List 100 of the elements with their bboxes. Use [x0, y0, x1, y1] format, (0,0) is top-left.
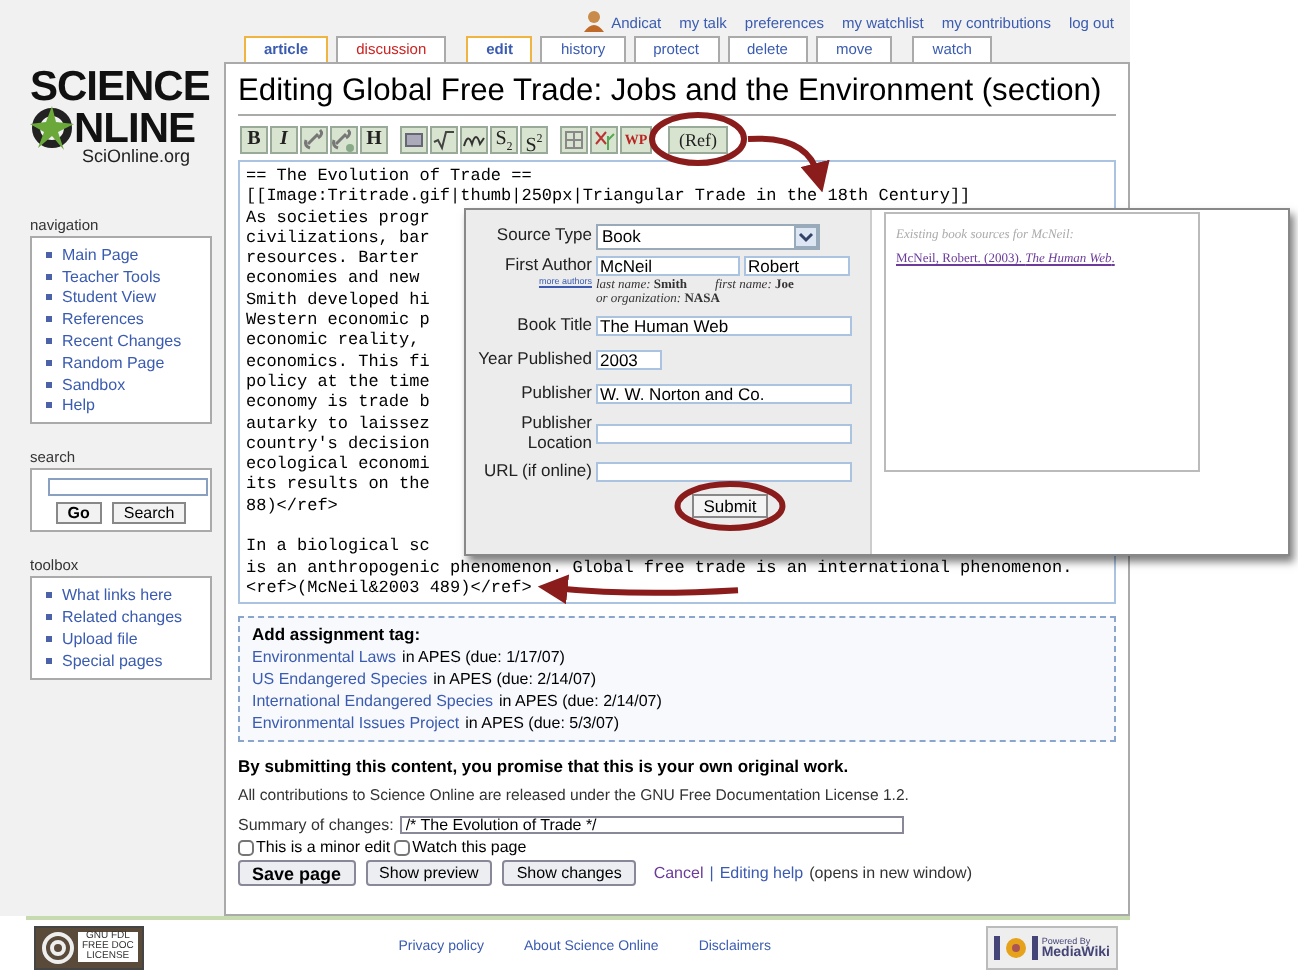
- search-field[interactable]: [48, 478, 208, 497]
- logo-domain: SciOnline.org: [82, 146, 191, 166]
- assignment-due: in APES (due: 5/3/07): [465, 712, 620, 735]
- checkbox-label: This is a minor edit: [256, 838, 391, 857]
- sidebar-link[interactable]: Main Page: [62, 245, 139, 264]
- help-link[interactable]: Editing help: [719, 864, 804, 883]
- code-line: economics. This fi: [246, 351, 430, 372]
- code-line: resources. Barter: [246, 248, 420, 269]
- bullet-icon: [46, 614, 52, 621]
- code-line: As societies progr: [246, 207, 430, 228]
- code-line: is an anthropogenic phenomenon. Global free trade is an international phenomenon.: [246, 557, 1073, 578]
- sidebar-link[interactable]: Related changes: [62, 608, 183, 627]
- assignment-link[interactable]: International Endangered Species: [252, 690, 494, 713]
- sidebar-link[interactable]: Random Page: [62, 353, 165, 372]
- assignment-link[interactable]: Environmental Laws: [252, 646, 397, 669]
- dropdown-arrow-icon: [794, 225, 818, 247]
- assignment-link[interactable]: Environmental Issues Project: [252, 712, 460, 735]
- bullet-icon: [46, 294, 52, 301]
- sidebar-link[interactable]: Upload file: [62, 629, 138, 648]
- submit-button[interactable]: Submit: [691, 494, 769, 518]
- sidebar-link[interactable]: Special pages: [62, 651, 163, 670]
- logo-text: NLINE: [74, 109, 195, 147]
- text-field[interactable]: [596, 423, 852, 443]
- star-ring-icon: [30, 106, 74, 150]
- format-button[interactable]: I: [270, 125, 298, 153]
- bullet-icon: [46, 402, 52, 409]
- code-line: 88)</ref>: [246, 495, 338, 517]
- sidebar-link[interactable]: Sandbox: [62, 375, 126, 394]
- page-title: Editing Global Free Trade: Jobs and the Environment (section): [238, 72, 1116, 116]
- code-line: [[Image:Tritrade.gif|thumb|250px|Triangular Trade in the 18th Century]]: [246, 186, 971, 208]
- sidebar-link[interactable]: Recent Changes: [62, 332, 182, 351]
- code-line: civilizations, bar: [246, 227, 430, 249]
- format-button[interactable]: H: [360, 125, 388, 153]
- bullet-icon: [46, 657, 52, 664]
- checkbox[interactable]: [238, 839, 254, 856]
- format-button[interactable]: S$_{2}$: [490, 125, 518, 153]
- code-line: its results on the: [246, 474, 430, 496]
- action-button[interactable]: Show preview: [365, 860, 493, 887]
- text-field[interactable]: W. W. Norton and Co.: [596, 384, 852, 404]
- checkbox[interactable]: [394, 839, 411, 856]
- source-type-dropdown[interactable]: Book: [596, 223, 820, 249]
- circle-logo-icon: [40, 929, 76, 965]
- code-line: Smith developed hi: [246, 289, 430, 311]
- bullet-icon: [46, 592, 52, 599]
- first-name-field[interactable]: Robert: [744, 256, 850, 276]
- sidebar-link[interactable]: Teacher Tools: [62, 267, 161, 286]
- assignment-heading: Add assignment tag:: [252, 624, 423, 645]
- field-label: Book Title: [515, 316, 592, 336]
- field-label: Source Type: [494, 226, 592, 246]
- square-root-icon[interactable]: [430, 125, 458, 153]
- sidebar-link[interactable]: What links here: [62, 586, 173, 605]
- go-button[interactable]: Go: [55, 502, 102, 525]
- format-button[interactable]: B: [240, 125, 268, 153]
- table-icon[interactable]: [560, 125, 588, 153]
- code-line: <ref>(McNeil&2003 489)</ref>: [246, 577, 532, 599]
- format-button[interactable]: S$^{2}$: [520, 125, 548, 153]
- text-field[interactable]: The Human Web: [596, 316, 852, 336]
- reference-button[interactable]: (Ref): [668, 125, 728, 153]
- sidebar-link[interactable]: Student View: [62, 288, 156, 307]
- field-label: URL (if online): [481, 462, 592, 482]
- search-button[interactable]: Search: [111, 502, 187, 525]
- code-line: economies and new: [246, 268, 420, 290]
- sidebar-link[interactable]: References: [62, 310, 144, 329]
- separator-text: |: [709, 864, 714, 883]
- text-field[interactable]: [596, 462, 852, 482]
- highlight-ring: [649, 112, 747, 166]
- code-line: country's decision: [246, 433, 430, 455]
- link-icon[interactable]: [300, 125, 328, 153]
- code-line: economic reality,: [246, 330, 420, 352]
- logo-text: SCIENCE: [30, 68, 210, 106]
- globe-link-icon[interactable]: [330, 125, 358, 153]
- field-label: Publisher: [519, 384, 592, 404]
- code-line: ecological economi: [246, 454, 430, 475]
- bullet-icon: [46, 635, 52, 642]
- bullet-icon: [46, 381, 52, 388]
- summary-label: Summary of changes:: [238, 816, 394, 835]
- code-line: Western economic p: [246, 310, 430, 331]
- assignment-link[interactable]: US Endangered Species: [252, 668, 428, 691]
- note-text: (opens in new window): [809, 864, 972, 883]
- summary-field[interactable]: /* The Evolution of Trade */: [399, 816, 904, 835]
- last-name-field[interactable]: McNeil: [596, 256, 740, 276]
- code-line: economy is trade b: [246, 392, 430, 414]
- signature-icon[interactable]: [460, 125, 488, 153]
- image-icon[interactable]: [400, 125, 428, 153]
- text-field[interactable]: 2003: [596, 350, 662, 370]
- field-label: Publisher Location: [519, 414, 592, 452]
- bullet-icon: [46, 251, 52, 258]
- bullet-icon: [46, 338, 52, 345]
- code-line: In a biological sc: [246, 536, 430, 558]
- sunflower-icon: [993, 931, 1038, 963]
- action-button[interactable]: Save page: [238, 860, 356, 887]
- cancel-link[interactable]: Cancel: [653, 864, 704, 883]
- highlight-ring: [674, 481, 786, 531]
- sidebar-link[interactable]: Help: [62, 396, 95, 415]
- action-button[interactable]: Show changes: [502, 860, 636, 887]
- notice-text: By submitting this content, you promise that this is your own original work.: [238, 756, 851, 777]
- plant-icon[interactable]: [590, 125, 618, 153]
- assignment-due: in APES (due: 2/14/07): [499, 690, 662, 713]
- assignment-due: in APES (due: 1/17/07): [402, 646, 565, 669]
- field-label: Year Published: [476, 350, 592, 370]
